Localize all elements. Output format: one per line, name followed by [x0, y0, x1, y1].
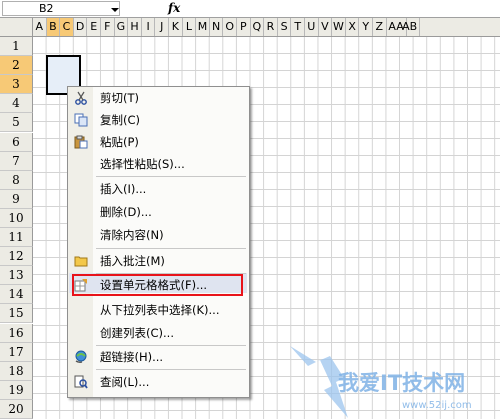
row-header-12[interactable]: 12 — [0, 247, 33, 267]
highlight-box — [72, 274, 243, 296]
column-header-D[interactable]: D — [74, 18, 88, 36]
menu-item-hyperlink[interactable]: 超链接(H)... — [68, 346, 249, 368]
row-header-9[interactable]: 9 — [0, 189, 33, 209]
column-header-V[interactable]: V — [319, 18, 333, 36]
copy-icon — [74, 113, 88, 127]
menu-separator — [96, 248, 246, 249]
column-header-T[interactable]: T — [291, 18, 305, 36]
column-header-R[interactable]: R — [264, 18, 278, 36]
select-all-corner[interactable] — [0, 18, 33, 36]
row-header-1[interactable]: 1 — [0, 37, 33, 56]
row-header-6[interactable]: 6 — [0, 132, 33, 152]
lookup-icon — [74, 375, 88, 389]
scissors-icon — [74, 91, 88, 105]
menu-item-paste[interactable]: 粘贴(P) — [68, 131, 249, 153]
paste-icon — [74, 135, 88, 149]
row-header-10[interactable]: 10 — [0, 208, 33, 228]
column-header-U[interactable]: U — [305, 18, 319, 36]
menu-separator — [96, 369, 246, 370]
row-header-2[interactable]: 2 — [0, 56, 33, 76]
row-header-3[interactable]: 3 — [0, 75, 33, 95]
menu-item-label: 清除内容(N) — [100, 228, 164, 242]
column-header-K[interactable]: K — [169, 18, 183, 36]
fx-icon[interactable]: fx — [168, 0, 180, 16]
column-header-S[interactable]: S — [278, 18, 292, 36]
menu-separator — [96, 176, 246, 177]
row-header-17[interactable]: 17 — [0, 342, 33, 362]
column-header-O[interactable]: O — [223, 18, 237, 36]
hyperlink-icon — [74, 350, 88, 364]
formula-bar: B2 fx — [0, 0, 500, 18]
column-header-J[interactable]: J — [155, 18, 169, 36]
row-header-15[interactable]: 15 — [0, 304, 33, 324]
column-header-C[interactable]: C — [60, 18, 74, 36]
column-header-H[interactable]: H — [128, 18, 142, 36]
menu-item-paste-special[interactable]: 选择性粘贴(S)... — [68, 153, 249, 175]
column-header-I[interactable]: I — [142, 18, 156, 36]
menu-item-clear-contents[interactable]: 清除内容(N) — [68, 224, 249, 246]
column-header-Y[interactable]: Y — [359, 18, 373, 36]
column-header-M[interactable]: M — [196, 18, 210, 36]
menu-item-label: 插入批注(M) — [100, 254, 165, 268]
column-header-G[interactable]: G — [115, 18, 129, 36]
row-header-8[interactable]: 8 — [0, 170, 33, 190]
column-header-B[interactable]: B — [46, 18, 61, 36]
column-header-F[interactable]: F — [101, 18, 115, 36]
row-header-18[interactable]: 18 — [0, 361, 33, 381]
menu-item-label: 删除(D)... — [100, 205, 152, 219]
row-header-14[interactable]: 14 — [0, 285, 33, 305]
column-header-A[interactable]: A — [33, 18, 47, 36]
menu-item-label: 复制(C) — [100, 113, 141, 127]
menu-item-delete[interactable]: 删除(D)... — [68, 201, 249, 223]
column-header-AB[interactable]: AB — [400, 18, 421, 36]
menu-item-pick-from-list[interactable]: 从下拉列表中选择(K)... — [68, 299, 249, 321]
row-header-7[interactable]: 7 — [0, 151, 33, 171]
menu-item-label: 剪切(T) — [100, 91, 139, 105]
column-header-P[interactable]: P — [237, 18, 251, 36]
name-box-value: B2 — [39, 2, 54, 15]
menu-item-label: 查阅(L)... — [100, 375, 150, 389]
name-box[interactable]: B2 — [2, 1, 120, 16]
menu-item-label: 粘贴(P) — [100, 135, 139, 149]
context-menu: 剪切(T) 复制(C) 粘贴(P) 选择性粘贴(S)... 插入(I)... 删… — [67, 86, 250, 398]
chevron-down-icon[interactable] — [111, 8, 119, 12]
column-header-bar: A B C D E F G H I J K L M N O P Q R S T U V W X Y Z AA AB — [0, 18, 500, 37]
menu-item-label: 创建列表(C)... — [100, 326, 174, 340]
menu-item-copy[interactable]: 复制(C) — [68, 109, 249, 131]
menu-item-label: 插入(I)... — [100, 182, 147, 196]
menu-item-label: 超链接(H)... — [100, 350, 164, 364]
column-header-N[interactable]: N — [210, 18, 224, 36]
comment-icon — [74, 254, 88, 268]
row-header-11[interactable]: 11 — [0, 228, 33, 247]
column-header-X[interactable]: X — [346, 18, 360, 36]
column-header-W[interactable]: W — [332, 18, 346, 36]
menu-item-label: 从下拉列表中选择(K)... — [100, 303, 220, 317]
column-header-E[interactable]: E — [87, 18, 101, 36]
row-header-13[interactable]: 13 — [0, 266, 33, 286]
column-header-L[interactable]: L — [183, 18, 197, 36]
column-header-Z[interactable]: Z — [373, 18, 387, 36]
menu-item-cut[interactable]: 剪切(T) — [68, 87, 249, 109]
row-header-16[interactable]: 16 — [0, 323, 33, 343]
row-header-20[interactable]: 20 — [0, 399, 33, 419]
menu-item-label: 选择性粘贴(S)... — [100, 157, 185, 171]
row-header-19[interactable]: 19 — [0, 380, 33, 400]
column-header-Q[interactable]: Q — [251, 18, 265, 36]
menu-item-insert-comment[interactable]: 插入批注(M) — [68, 250, 249, 272]
menu-item-lookup[interactable]: 查阅(L)... — [68, 371, 249, 393]
menu-item-create-list[interactable]: 创建列表(C)... — [68, 322, 249, 344]
row-header-4[interactable]: 4 — [0, 94, 33, 114]
menu-item-insert[interactable]: 插入(I)... — [68, 178, 249, 200]
row-header-5[interactable]: 5 — [0, 113, 33, 133]
